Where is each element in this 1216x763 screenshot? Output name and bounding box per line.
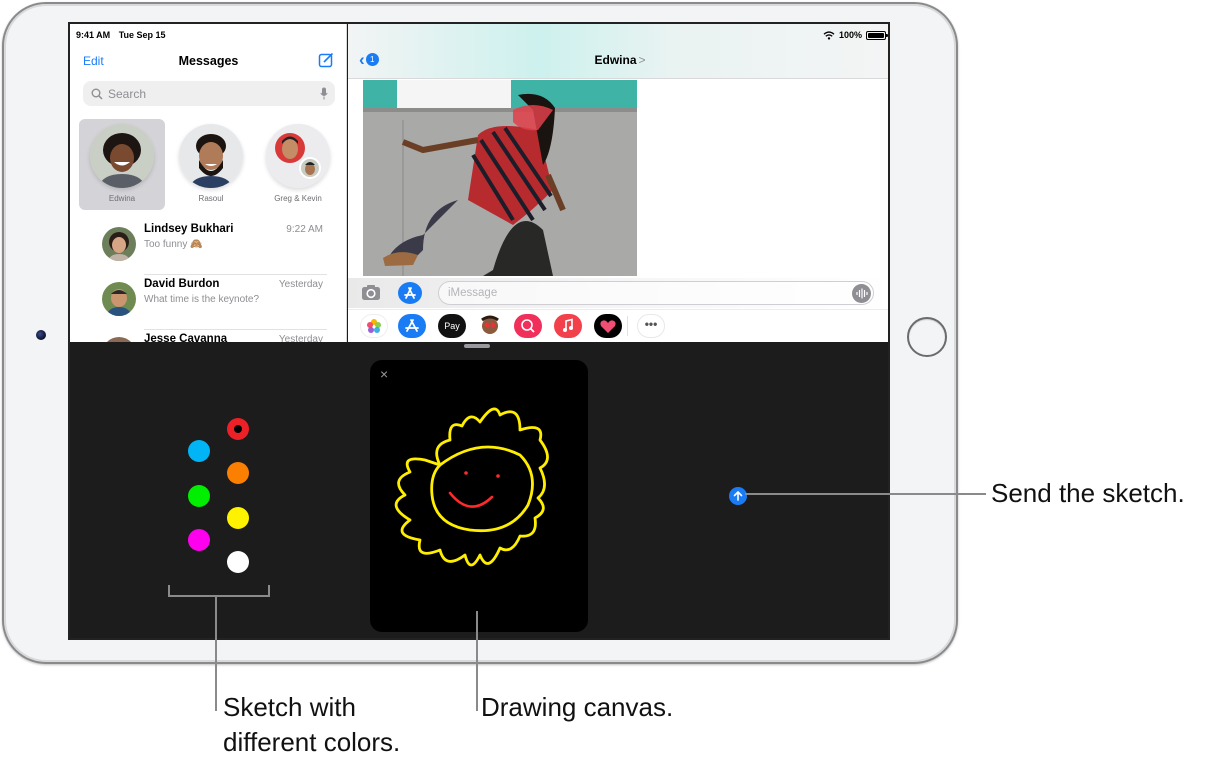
- chevron-right-icon: >: [638, 53, 646, 67]
- search-icon: [91, 88, 103, 100]
- color-swatch-white[interactable]: [227, 551, 249, 573]
- avatar: [90, 124, 154, 188]
- waveform-icon: [856, 288, 868, 299]
- colors-callout-line2: different colors.: [223, 727, 401, 757]
- contact-name: Edwina: [594, 53, 637, 67]
- status-bar-right: 100%: [823, 30, 888, 40]
- messages-sidebar: 9:41 AM Tue Sep 15 Messages Edit Search: [70, 24, 347, 342]
- apple-pay-app-icon[interactable]: Pay: [438, 314, 466, 338]
- message-input-bar: iMessage: [348, 278, 888, 308]
- avatar: [102, 337, 136, 342]
- send-leader-line: [745, 493, 986, 495]
- drawing-canvas[interactable]: ×: [370, 360, 588, 632]
- camera-icon[interactable]: [361, 284, 381, 301]
- pinned-conversations: Edwina Rasoul Greg & Kevin: [79, 119, 339, 211]
- audio-message-button[interactable]: [852, 284, 871, 303]
- status-date: Tue Sep 15: [118, 30, 166, 40]
- colors-callout-line1: Sketch with: [223, 692, 356, 722]
- contact-name: Lindsey Bukhari: [144, 223, 234, 235]
- pinned-name: Rasoul: [198, 194, 224, 203]
- colors-callout: Sketch with different colors.: [223, 690, 400, 760]
- pinned-greg-kevin[interactable]: Greg & Kevin: [255, 119, 341, 210]
- home-button[interactable]: [907, 317, 947, 357]
- app-drawer: Pay •••: [348, 309, 888, 342]
- memoji-app-icon[interactable]: [476, 314, 504, 338]
- contact-name: David Burdon: [144, 278, 220, 290]
- conversation-row[interactable]: David Burdon Yesterday What time is the …: [70, 275, 346, 330]
- drawer-divider: [627, 316, 628, 336]
- search-placeholder: Search: [108, 86, 147, 101]
- close-icon[interactable]: ×: [380, 366, 388, 382]
- color-swatch-orange[interactable]: [227, 462, 249, 484]
- colors-leader-line: [215, 596, 217, 711]
- group-avatar: [266, 124, 330, 188]
- message-preview: What time is the keynote?: [144, 294, 260, 305]
- photos-app-icon[interactable]: [360, 314, 388, 338]
- conversation-panel: 100% ‹ 1 Edwina > iMessage Pay •••: [348, 24, 888, 342]
- avatar: [179, 124, 243, 188]
- message-time: 9:22 AM: [286, 224, 323, 235]
- avatar: [102, 282, 136, 316]
- message-time: Yesterday: [278, 279, 323, 290]
- color-swatch-magenta[interactable]: [188, 529, 210, 551]
- sun-sketch: [394, 407, 549, 567]
- avatar: [102, 227, 136, 261]
- drag-handle[interactable]: [464, 344, 490, 348]
- pinned-name: Greg & Kevin: [274, 194, 322, 203]
- contact-name: Jesse Cavanna: [144, 333, 228, 342]
- conversation-header: 100% ‹ 1 Edwina >: [348, 24, 888, 79]
- contact-title[interactable]: Edwina >: [348, 53, 888, 67]
- images-search-app-icon[interactable]: [514, 314, 542, 338]
- conversation-row[interactable]: Jesse Cavanna Yesterday: [70, 330, 346, 342]
- send-callout: Send the sketch.: [991, 478, 1185, 508]
- more-apps-button[interactable]: •••: [637, 314, 665, 338]
- message-photo[interactable]: [363, 80, 637, 276]
- status-bar-left: 9:41 AM Tue Sep 15: [76, 30, 172, 40]
- arrow-up-icon: [733, 490, 743, 501]
- compose-icon[interactable]: [318, 52, 334, 68]
- music-app-icon[interactable]: [554, 314, 582, 338]
- app-store-icon: [404, 287, 416, 299]
- search-input[interactable]: Search: [83, 81, 335, 106]
- wifi-icon: [823, 30, 835, 40]
- microphone-icon[interactable]: [320, 87, 328, 100]
- color-swatch-green[interactable]: [188, 485, 210, 507]
- canvas-leader-line: [476, 611, 478, 711]
- conversation-row[interactable]: Lindsey Bukhari 9:22 AM Too funny 🙈: [70, 220, 346, 275]
- edit-button[interactable]: Edit: [83, 54, 104, 68]
- app-store-app-icon[interactable]: [398, 314, 426, 338]
- message-time: Yesterday: [278, 334, 323, 342]
- color-swatch-red[interactable]: [227, 418, 249, 440]
- ipad-screen: 9:41 AM Tue Sep 15 Messages Edit Search: [68, 22, 890, 640]
- canvas-callout: Drawing canvas.: [481, 692, 674, 722]
- app-store-button[interactable]: [398, 282, 422, 304]
- pinned-rasoul[interactable]: Rasoul: [168, 119, 254, 210]
- messages-title: Messages: [178, 54, 239, 68]
- message-preview: Too funny 🙈: [144, 239, 203, 250]
- color-swatch-cyan[interactable]: [188, 440, 210, 462]
- front-camera: [36, 330, 46, 340]
- battery-icon: [866, 30, 888, 40]
- pinned-edwina[interactable]: Edwina: [79, 119, 165, 210]
- imessage-input[interactable]: iMessage: [438, 281, 874, 305]
- color-swatch-yellow[interactable]: [227, 507, 249, 529]
- send-button[interactable]: [729, 487, 747, 505]
- digital-touch-app-icon[interactable]: [594, 314, 622, 338]
- selected-indicator: [234, 425, 242, 433]
- battery-percent: 100%: [838, 30, 862, 40]
- bracket-base: [168, 595, 270, 597]
- status-time: 9:41 AM: [76, 30, 111, 40]
- imessage-placeholder: iMessage: [448, 287, 498, 299]
- pinned-name: Edwina: [108, 194, 136, 203]
